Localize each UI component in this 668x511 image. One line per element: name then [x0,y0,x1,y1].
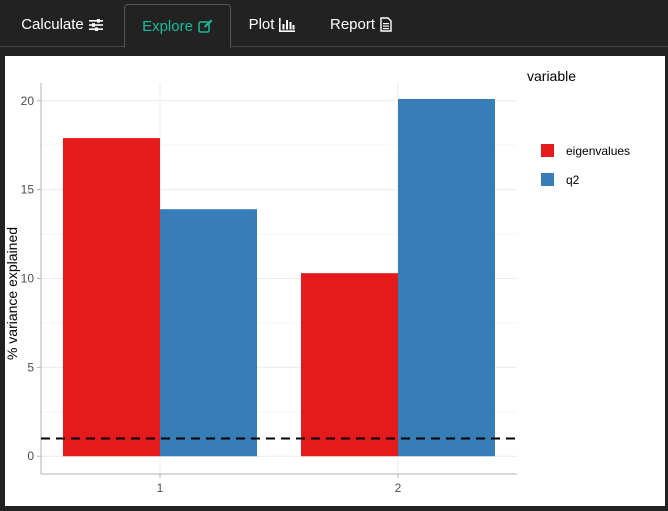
y-tick-label: 10 [21,272,35,286]
tab-report[interactable]: Report [318,4,404,45]
tab-calculate[interactable]: Calculate [6,4,118,45]
y-tick-label: 5 [27,360,34,374]
y-tick-label: 0 [27,449,34,463]
legend-label-eigenvalues: eigenvalues [566,144,630,158]
legend-title: variable [527,68,576,84]
edit-icon [198,19,213,33]
sliders-icon [88,18,103,31]
bar-eigenvalues-1 [63,138,160,457]
y-tick-label: 15 [21,183,35,197]
x-tick-label: 1 [157,481,164,495]
bar-chart-icon [279,17,296,32]
tab-explore[interactable]: Explore [124,4,231,48]
tab-plot[interactable]: Plot [236,4,308,45]
document-icon [380,17,392,32]
bar-eigenvalues-2 [301,273,398,457]
plot-panel: 0 5 10 15 20 1 2 % variance explained variabl… [4,56,665,506]
bar-chart: 0 5 10 15 20 1 2 % variance explained variabl… [4,56,665,506]
legend-key-q2 [541,173,554,186]
tab-report-label: Report [329,16,376,33]
tab-bar: Calculate Explore Plot Report [0,0,668,48]
y-tick-label: 20 [21,94,35,108]
tab-explore-label: Explore [142,17,193,35]
bar-q2-2 [398,98,495,457]
legend-key-eigenvalues [541,144,554,157]
tab-plot-label: Plot [248,16,275,33]
legend-label-q2: q2 [566,173,580,187]
bar-q2-1 [160,209,257,457]
x-tick-label: 2 [395,481,402,495]
tab-calculate-label: Calculate [21,16,84,33]
y-axis-label: % variance explained [5,227,20,360]
